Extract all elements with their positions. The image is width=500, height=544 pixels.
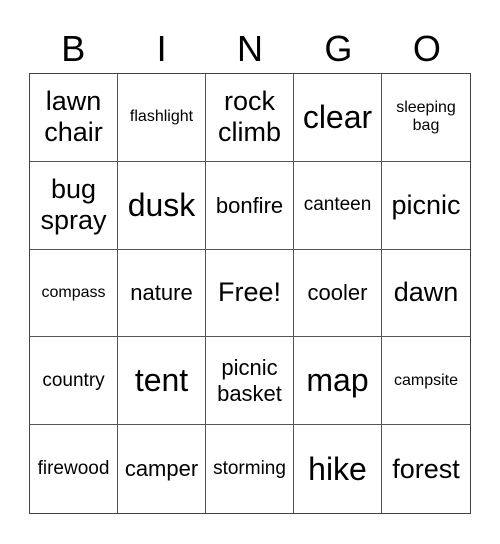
bingo-cell[interactable]: tent — [118, 337, 206, 426]
bingo-cell[interactable]: bug spray — [30, 161, 118, 250]
bingo-grid: lawn chair flashlight rock climb clear s… — [29, 73, 471, 514]
bingo-cell[interactable]: camper — [118, 425, 206, 513]
bingo-cell[interactable]: bonfire — [206, 161, 294, 250]
bingo-cell[interactable]: picnic — [382, 162, 470, 250]
header-letter-o: O — [412, 28, 441, 69]
bingo-header: B I N G O — [29, 26, 471, 72]
bingo-cell[interactable]: cooler — [294, 249, 382, 338]
bingo-cell[interactable]: storming — [206, 425, 294, 513]
bingo-cell[interactable]: forest — [382, 425, 470, 513]
bingo-cell[interactable]: country — [30, 337, 118, 426]
bingo-cell[interactable]: lawn chair — [30, 74, 118, 162]
header-letter-g: G — [324, 28, 353, 69]
bingo-cell[interactable]: dawn — [382, 250, 470, 338]
bingo-cell[interactable]: picnic basket — [206, 337, 294, 426]
bingo-cell[interactable]: campsite — [382, 337, 470, 426]
bingo-cell[interactable]: flashlight — [118, 74, 206, 162]
bingo-cell[interactable]: compass — [30, 249, 118, 338]
header-letter-n: N — [237, 28, 264, 69]
bingo-cell[interactable]: rock climb — [206, 74, 294, 162]
bingo-cell[interactable]: hike — [294, 425, 382, 513]
bingo-cell[interactable]: map — [294, 337, 382, 426]
bingo-cell[interactable]: clear — [294, 74, 382, 162]
bingo-cell[interactable]: firewood — [30, 425, 118, 513]
free-space-cell[interactable]: Free! — [206, 249, 294, 338]
header-letter-b: B — [61, 28, 86, 69]
bingo-cell[interactable]: nature — [118, 249, 206, 338]
bingo-cell[interactable]: canteen — [294, 161, 382, 250]
bingo-cell[interactable]: sleeping bag — [382, 74, 470, 162]
header-letter-i: I — [156, 28, 167, 69]
bingo-cell[interactable]: dusk — [118, 161, 206, 250]
